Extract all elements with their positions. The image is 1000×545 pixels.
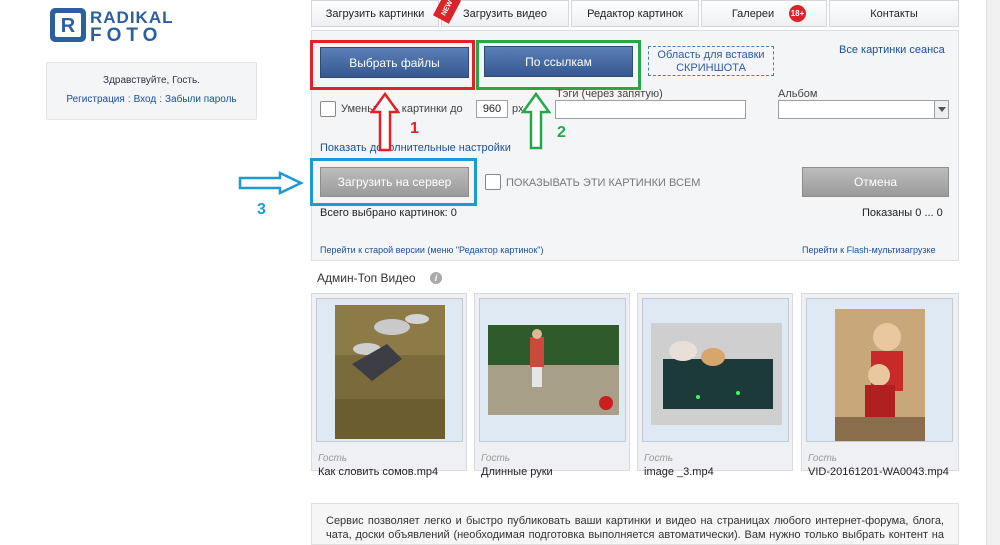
tab-image-editor[interactable]: Редактор картинок [571, 0, 699, 27]
video-thumbnail[interactable] [479, 298, 626, 442]
service-description: Сервис позволяет легко и быстро публиков… [311, 503, 959, 545]
video-name: image _3.mp4 [644, 466, 714, 478]
arrow-right-blue-icon [238, 171, 304, 195]
video-name: Длинные руки [481, 466, 553, 478]
user-box: Здравствуйте, Гость. Регистрация: Вход: За… [46, 62, 257, 120]
annotation-number-1: 1 [410, 120, 419, 137]
session-images-link[interactable]: Все картинки сеанса [839, 44, 945, 56]
video-thumbnail[interactable] [806, 298, 953, 442]
tab-upload-images[interactable]: Загрузить картинки [311, 0, 439, 27]
chevron-down-icon[interactable] [934, 101, 948, 118]
video-name: VID-20161201-WA0043.mp4 [808, 466, 949, 478]
video-name: Как словить сомов.mp4 [318, 466, 439, 478]
main-tabs: Загрузить картинки NEW Загрузить видео Ре… [311, 0, 959, 28]
video-card[interactable]: Гость VID-20161201-WA0043.mp4 [801, 293, 959, 478]
video-card[interactable]: Гость Как словить сомов.mp4 [311, 293, 467, 478]
flash-upload-link[interactable]: Перейти к Flash-мультизагрузке [802, 245, 936, 255]
login-link[interactable]: Вход [134, 94, 157, 105]
logo-bottom-text: FOTO [90, 25, 162, 44]
upload-to-server-button[interactable]: Загрузить на сервер [320, 167, 469, 197]
annotation-number-3: 3 [257, 201, 266, 218]
video-thumbnail[interactable] [642, 298, 789, 442]
tab-contacts[interactable]: Контакты [829, 0, 959, 27]
svg-text:R: R [61, 15, 76, 37]
old-version-link[interactable]: Перейти к старой версии (меню "Редактор … [320, 245, 543, 255]
show-all-label: ПОКАЗЫВАТЬ ЭТИ КАРТИНКИ ВСЕМ [506, 177, 701, 189]
forgot-password-link[interactable]: Забыли пароль [165, 94, 237, 105]
video-user: Гость [318, 453, 348, 464]
radikal-logo[interactable]: R RADIKAL FOTO [50, 6, 255, 46]
arrow-up-red-icon [370, 92, 400, 152]
reduce-checkbox[interactable] [320, 101, 336, 117]
info-icon[interactable]: i [430, 272, 442, 284]
video-card[interactable]: Гость Длинные руки [474, 293, 630, 478]
choose-files-button[interactable]: Выбрать файлы [320, 47, 469, 78]
arrow-up-green-icon [521, 92, 551, 150]
shown-range-text: Показаны 0 ... 0 [862, 207, 943, 219]
more-settings-link[interactable]: Показать дополнительные настройки [320, 142, 511, 154]
page-scrollbar[interactable] [986, 0, 1000, 545]
reduce-label: Уменьшить картинки до [341, 103, 463, 115]
video-user: Гость [481, 453, 511, 464]
total-selected-text: Всего выбрано картинок: 0 [320, 207, 457, 219]
reduce-size-input[interactable]: 960 [476, 100, 508, 118]
by-links-button[interactable]: По ссылкам [484, 46, 633, 77]
video-thumbnail[interactable] [316, 298, 463, 442]
album-label: Альбом [778, 88, 818, 100]
tab-galleries[interactable]: Галереи 18+ [701, 0, 827, 27]
age-badge: 18+ [789, 5, 806, 22]
video-user: Гость [808, 453, 838, 464]
video-card[interactable]: Гость image _3.mp4 [637, 293, 793, 478]
annotation-number-2: 2 [557, 124, 566, 141]
video-section-title: Админ-Топ Видео [317, 271, 416, 285]
cancel-button[interactable]: Отмена [802, 167, 949, 197]
tags-input[interactable] [555, 100, 746, 119]
tab-upload-video[interactable]: NEW Загрузить видео [432, 0, 569, 27]
tags-label: Тэги (через запятую) [556, 88, 663, 100]
video-user: Гость [644, 453, 674, 464]
screenshot-paste-area[interactable]: Область для вставки СКРИНШОТА [648, 46, 774, 76]
register-link[interactable]: Регистрация [66, 94, 124, 105]
album-select[interactable] [778, 100, 949, 119]
greeting-text: Здравствуйте, Гость. [103, 75, 200, 86]
show-all-checkbox[interactable] [485, 174, 501, 190]
